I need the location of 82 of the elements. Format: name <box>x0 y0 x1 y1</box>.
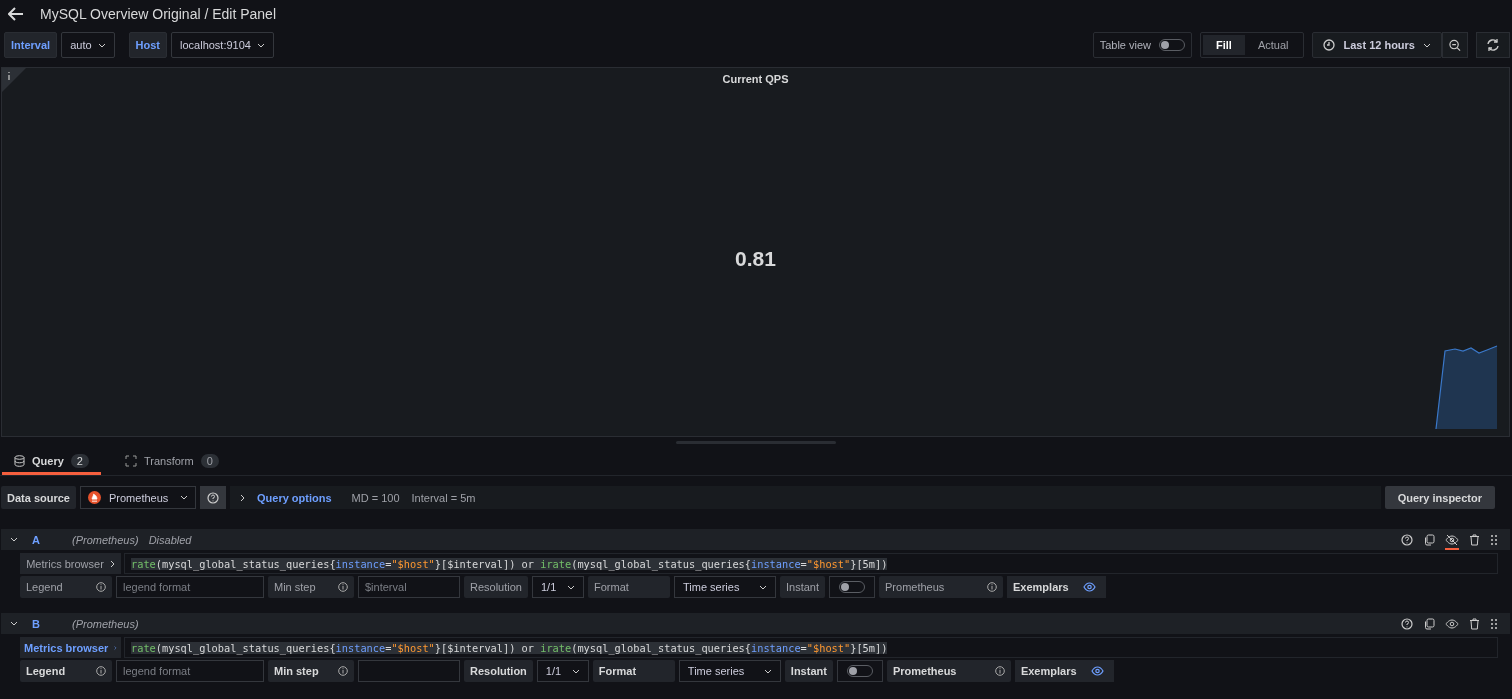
help-icon[interactable] <box>1401 533 1413 546</box>
panel-title: Current QPS <box>722 72 789 85</box>
chevron-right-icon <box>109 559 115 568</box>
page-title: MySQL Overview Original / Edit Panel <box>40 5 276 22</box>
help-icon <box>207 491 219 504</box>
data-source-picker[interactable]: Prometheus <box>80 486 196 509</box>
info-icon[interactable] <box>96 582 106 592</box>
info-icon[interactable] <box>96 666 106 676</box>
caret-icon <box>97 42 106 48</box>
resolution-label: Resolution <box>464 576 528 598</box>
eye-icon <box>1082 582 1096 592</box>
instant-toggle[interactable] <box>846 665 873 677</box>
caret-icon <box>763 668 772 674</box>
clock-icon <box>1323 39 1336 51</box>
legend-label: Legend <box>20 576 112 598</box>
exemplars-toggle[interactable]: Exemplars <box>1014 660 1114 682</box>
min-step-label: Min step <box>268 660 354 682</box>
variable-dropdown[interactable]: localhost:9104 <box>171 32 274 58</box>
table-view-toggle[interactable]: Table view <box>1092 32 1192 58</box>
resolution-dropdown[interactable]: 1/1 <box>536 660 589 682</box>
info-icon[interactable] <box>338 666 348 676</box>
caret-icon <box>180 495 188 500</box>
resolution-label: Resolution <box>464 660 533 682</box>
min-step-label: Min step <box>268 576 354 598</box>
collapse-chevron-icon[interactable] <box>10 537 18 542</box>
prometheus-type-label: Prometheus <box>886 660 1011 682</box>
drag-handle-icon[interactable] <box>1490 533 1498 546</box>
legend-input[interactable]: legend format <box>116 660 264 682</box>
format-dropdown[interactable]: Time series <box>678 660 781 682</box>
drag-handle-icon[interactable] <box>1490 617 1498 630</box>
eye-icon[interactable] <box>1445 617 1459 630</box>
trash-icon[interactable] <box>1469 533 1480 546</box>
size-mode-button[interactable]: Fill <box>1203 35 1245 55</box>
back-arrow-icon[interactable] <box>8 6 24 21</box>
caret-icon <box>567 584 575 590</box>
help-icon[interactable] <box>1401 617 1413 630</box>
query-source: (Prometheus) <box>72 617 139 630</box>
info-icon[interactable] <box>338 582 348 592</box>
size-mode-button[interactable]: Actual <box>1244 35 1302 55</box>
legend-label: Legend <box>20 660 112 682</box>
duplicate-icon[interactable] <box>1423 533 1435 546</box>
eye-icon <box>1090 666 1104 676</box>
flame-logo-icon <box>88 491 101 504</box>
instant-label: Instant <box>784 660 833 682</box>
query-editor-field[interactable]: rate(mysql_global_status_queries{instance="$host"}[$interval]) or irate(mysql_global_status_queries{instance="$host"}[5m]) <box>124 637 1498 658</box>
format-label: Format <box>592 660 675 682</box>
stat-value: 0.81 <box>735 246 776 271</box>
refresh-button[interactable] <box>1476 32 1510 58</box>
database-icon <box>14 455 25 467</box>
collapse-chevron-icon[interactable] <box>10 621 18 626</box>
zoom-out-button[interactable] <box>1442 32 1468 58</box>
variable-dropdown[interactable]: auto <box>61 32 115 58</box>
instant-label: Instant <box>780 576 825 598</box>
transform-icon <box>124 455 137 467</box>
duplicate-icon[interactable] <box>1423 617 1435 630</box>
refresh-icon <box>1486 38 1500 52</box>
caret-icon <box>1423 42 1431 48</box>
prometheus-type-label: Prometheus <box>879 576 1003 598</box>
format-label: Format <box>588 576 670 598</box>
info-icon[interactable] <box>987 582 997 592</box>
info-icon[interactable] <box>994 666 1005 676</box>
query-inspector-button[interactable]: Query inspector <box>1384 486 1495 509</box>
trash-icon[interactable] <box>1469 617 1480 630</box>
caret-icon <box>571 668 580 674</box>
metrics-browser-button[interactable]: Metrics browser <box>20 637 121 658</box>
caret-icon <box>256 42 265 48</box>
time-range-picker[interactable]: Last 12 hours <box>1312 32 1442 58</box>
query-options-bar[interactable]: Query options MD = 100 Interval = 5m <box>230 486 1381 509</box>
caret-icon <box>759 584 767 590</box>
data-source-label: Data source <box>1 486 76 509</box>
query-source: (Prometheus) <box>72 533 139 546</box>
help-button[interactable] <box>200 486 226 509</box>
editor-tab[interactable]: Transform 0 <box>112 450 231 475</box>
min-step-input[interactable] <box>358 660 460 682</box>
editor-tab[interactable]: Query 2 <box>2 450 101 475</box>
variable-label: Host <box>128 32 167 58</box>
variable-label: Interval <box>4 32 58 58</box>
chevron-right-icon <box>240 493 245 502</box>
chevron-right-icon <box>114 643 117 652</box>
zoom-out-icon <box>1449 38 1461 52</box>
query-name[interactable]: B <box>32 617 62 630</box>
query-status: Disabled <box>148 533 192 546</box>
